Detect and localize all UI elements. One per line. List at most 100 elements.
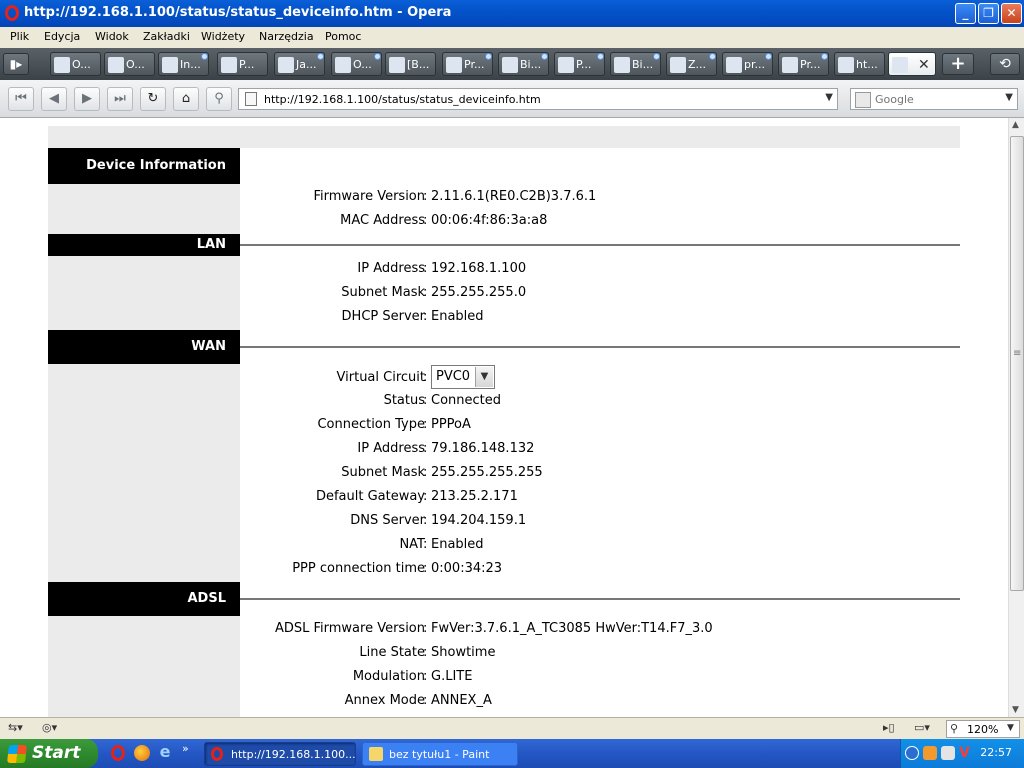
search-box[interactable]: ▼ [850,88,1018,110]
row-value: ANNEX_A [431,693,492,708]
windows-logo-icon [7,745,27,763]
address-bar[interactable]: http://192.168.1.100/status/status_devic… [238,88,838,110]
antivirus-icon[interactable]: V [959,746,973,760]
scroll-down-icon[interactable]: ▼ [1012,705,1019,715]
ie-icon[interactable]: e [157,744,173,761]
menu-edycja[interactable]: Edycja [44,30,80,43]
tab-6[interactable]: O... [331,52,382,76]
zoom-control[interactable]: ⚲ 120% ▼ [946,720,1020,738]
notification-dot [317,53,324,60]
tab-12[interactable]: Z... [666,52,717,76]
fast-forward-icon: ⏭ [114,91,126,106]
info-row: Subnet Mask : 255.255.255.0 [240,281,960,305]
chevron-down-icon[interactable]: ▼ [1007,723,1014,733]
tab-11[interactable]: Bi... [610,52,661,76]
menu-narzedzia[interactable]: Narzędzia [259,30,314,43]
section-device-information: Device Information [48,148,240,184]
network-icon[interactable] [923,746,937,760]
opera-icon[interactable] [111,745,125,761]
tab-10[interactable]: P... [554,52,605,76]
fast-forward-button[interactable]: ⏭ [107,87,133,111]
row-label: Default Gateway [315,489,425,504]
tab-2[interactable]: O... [104,52,155,76]
page-icon [838,57,854,73]
chevron-down-icon[interactable]: ▼ [1005,92,1013,103]
section-wan: WAN [48,330,240,364]
close-button[interactable]: ✕ [1001,3,1022,24]
menu-pomoc[interactable]: Pomoc [325,30,361,43]
zoom-value: 120% [967,723,999,736]
page-icon [726,57,742,73]
minimize-button[interactable]: _ [955,3,976,24]
scroll-up-icon[interactable]: ▲ [1012,120,1019,130]
maximize-button[interactable]: ❐ [978,3,999,24]
virtual-circuit-select[interactable]: PVC0 ▼ [431,365,495,389]
forward-arrow-icon: ▶ [82,91,92,106]
row-colon: : [423,693,428,708]
menu-zakladki[interactable]: Zakładki [143,30,190,43]
tab-9[interactable]: Bi... [498,52,549,76]
tab-4[interactable]: P... [217,52,268,76]
info-row: DNS Server : 194.204.159.1 [240,509,960,533]
page-icon [162,57,178,73]
tab-label: O... [353,58,372,71]
sync-icon[interactable]: ⇆▾ [8,721,23,734]
close-tab-icon[interactable]: ✕ [918,57,930,73]
back-button[interactable]: ◀ [41,87,67,111]
divider [240,346,960,348]
fit-width-icon[interactable]: ▸▯ [883,721,895,734]
rewind-button[interactable]: ⏮ [8,87,34,111]
info-row: Annex Mode : ANNEX_A [240,689,960,713]
tab-label: P... [576,58,592,71]
taskbar-item-paint[interactable]: bez tytułu1 - Paint [362,742,518,766]
info-row: DHCP Server : Enabled [240,305,960,329]
start-button[interactable]: Start [0,739,98,768]
forward-button[interactable]: ▶ [74,87,100,111]
tab-5[interactable]: Ja... [274,52,325,76]
home-button[interactable]: ⌂ [173,87,199,111]
taskbar-item-opera[interactable]: http://192.168.1.100... [204,742,356,766]
page-icon [221,57,237,73]
reload-button[interactable]: ↻ [140,87,166,111]
menu-widok[interactable]: Widok [95,30,129,43]
wand-button[interactable]: ⚲ [206,87,232,111]
menu-widzety[interactable]: Widżety [201,30,245,43]
notification-dot [821,53,828,60]
tab-13[interactable]: pr... [722,52,773,76]
vertical-scrollbar[interactable]: ▲ ≡ ▼ [1008,118,1024,717]
page-icon [389,57,405,73]
chevron-left-icon[interactable] [905,746,919,760]
tab-15[interactable]: ht... [834,52,885,76]
app-tray-icon[interactable] [941,746,955,760]
plus-icon: + [950,53,966,74]
google-icon[interactable] [855,92,871,108]
new-tab-button[interactable]: + [942,53,974,75]
tab-14[interactable]: Pr... [778,52,829,76]
info-row: Firmware Version : 2.11.6.1(RE0.C2B)3.7.… [240,185,960,209]
tab-3[interactable]: In... [158,52,209,76]
chevron-down-icon[interactable]: ▼ [825,92,833,103]
chevron-down-icon[interactable]: ▼ [475,367,493,387]
row-value: PPPoA [431,417,471,432]
tab-label: Bi... [520,58,542,71]
tab-label: Bi... [632,58,654,71]
chevron-right-icon[interactable]: » [182,742,198,758]
view-mode-icon[interactable]: ▭▾ [914,721,930,734]
speed-dial-icon[interactable]: ◎▾ [42,721,57,734]
page-icon [335,57,351,73]
firefox-icon[interactable] [134,745,150,761]
tab-1[interactable]: O... [50,52,101,76]
tab-8[interactable]: Pr... [442,52,493,76]
row-value: 00:06:4f:86:3a:a8 [431,213,548,228]
panel-toggle-button[interactable]: ▮▸ [3,53,29,75]
tab-bar: ▮▸ O... O... In... P... Ja... O... [B...… [0,48,1024,80]
closed-tabs-button[interactable]: ⟲ [990,53,1020,75]
search-input[interactable] [875,92,995,106]
row-colon: : [423,309,428,324]
zoom-icon: ⚲ [950,722,959,735]
row-colon: : [423,489,428,504]
address-url[interactable]: http://192.168.1.100/status/status_devic… [264,93,541,106]
tab-7[interactable]: [B... [385,52,436,76]
menu-plik[interactable]: Plik [10,30,29,43]
scroll-thumb[interactable] [1010,136,1024,591]
